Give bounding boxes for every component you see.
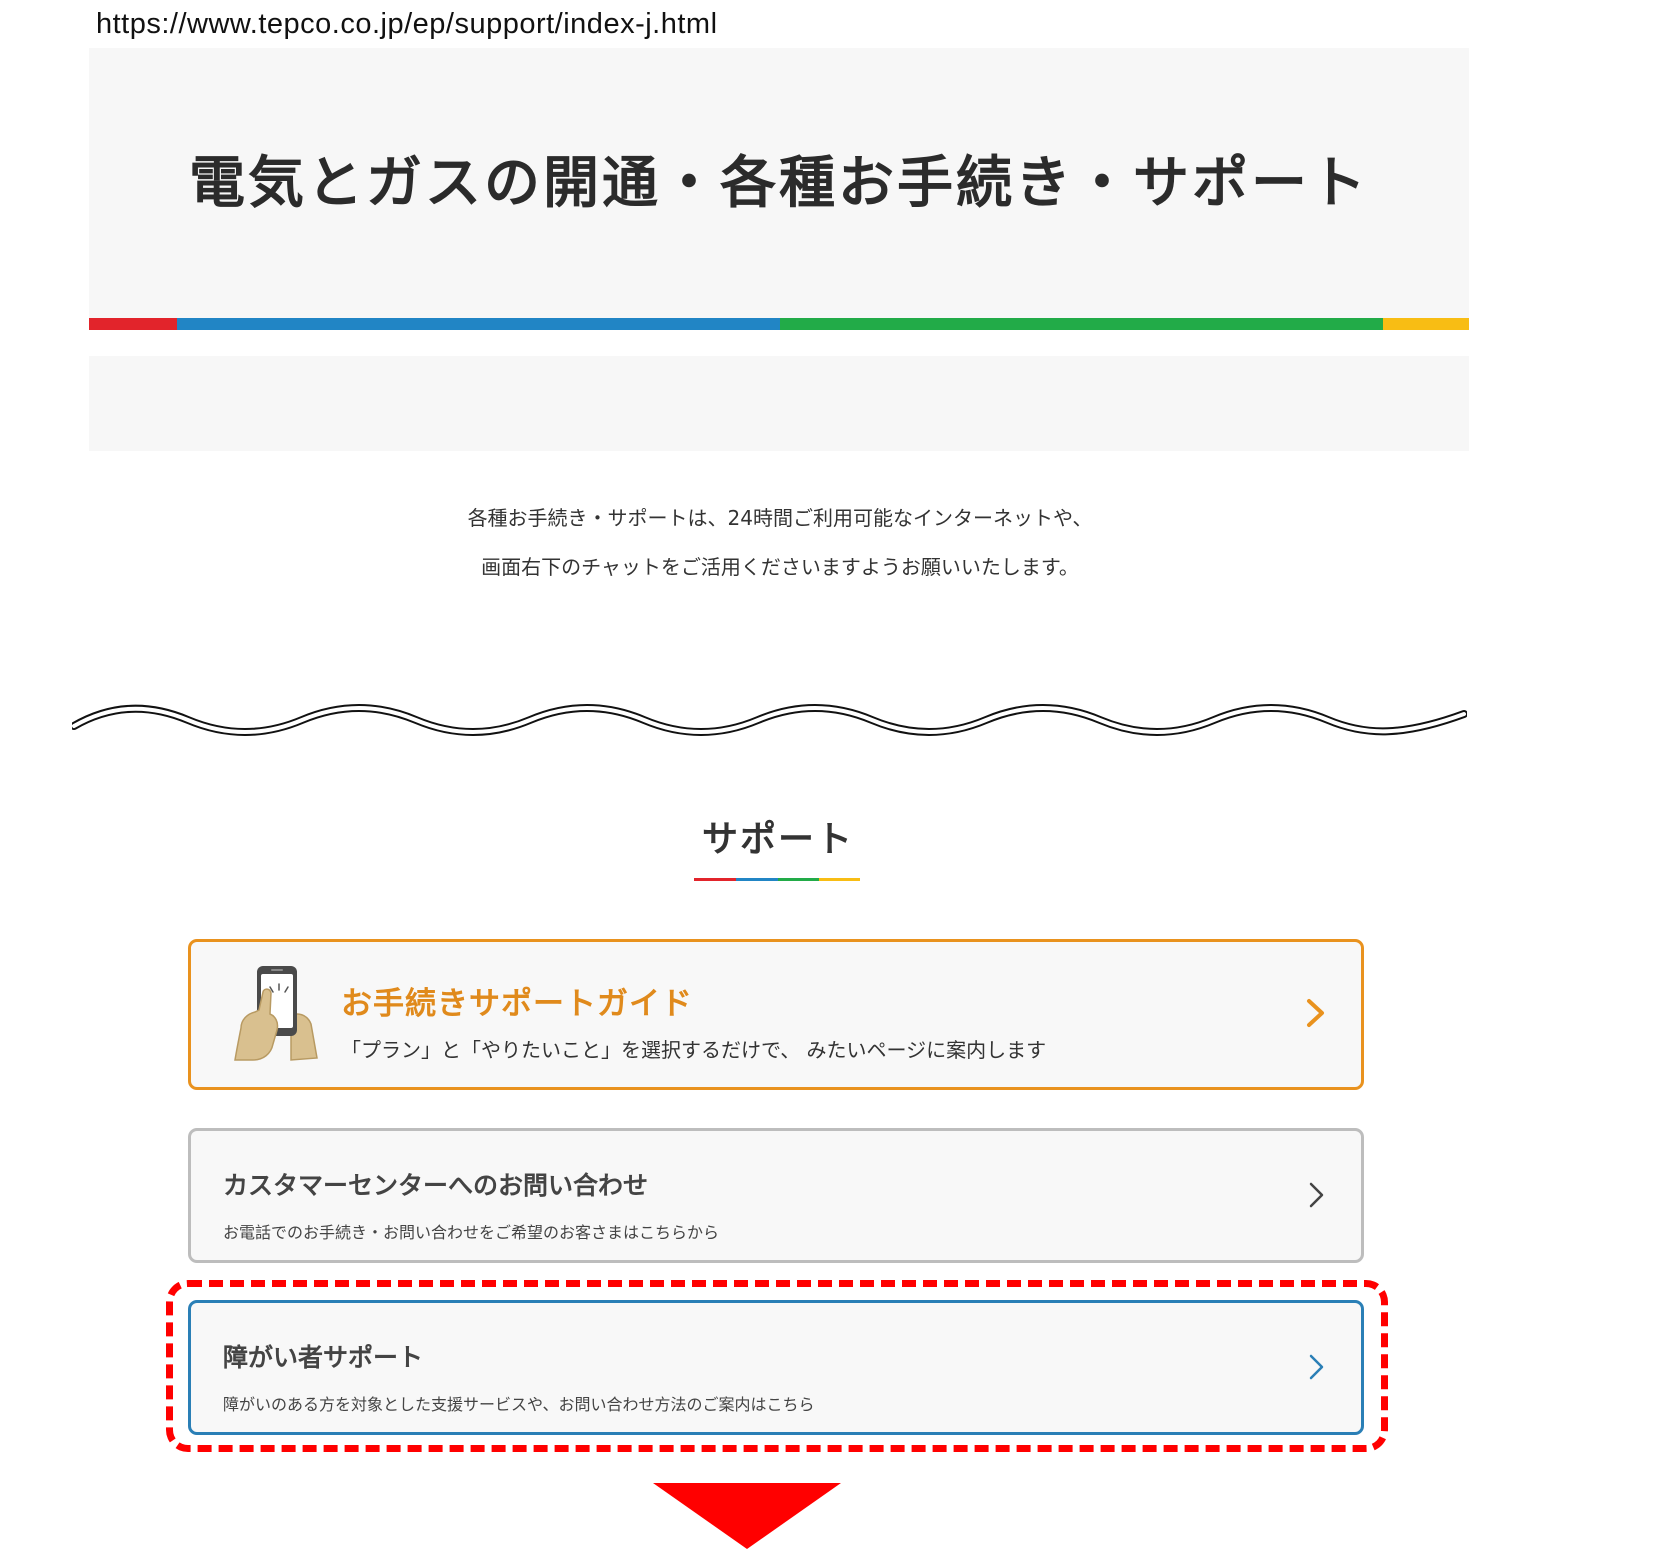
section-title-support: サポート xyxy=(701,819,854,860)
title-underline-red xyxy=(694,878,736,881)
title-underline-green xyxy=(778,878,819,881)
hero-banner: 電気とガスの開通・各種お手続き・サポート xyxy=(89,48,1469,330)
hand-smartphone-icon xyxy=(234,966,318,1061)
customer-center-card[interactable]: カスタマーセンターへのお問い合わせ お電話でのお手続き・お問い合わせをご希望のお… xyxy=(188,1128,1364,1263)
annotation-arrow-down-icon xyxy=(653,1483,841,1549)
brand-stripe-yellow xyxy=(1383,318,1469,330)
brand-stripe-green xyxy=(780,318,1383,330)
page-title: 電気とガスの開通・各種お手続き・サポート xyxy=(189,151,1369,216)
wave-divider xyxy=(72,704,1467,736)
intro-text-line1: 各種お手続き・サポートは、24時間ご利用可能なインターネットや、 xyxy=(467,506,1093,530)
card-description: お電話でのお手続き・お問い合わせをご希望のお客さまはこちらから xyxy=(223,1223,720,1242)
title-underline-blue xyxy=(736,878,778,881)
intro-text-line2: 画面右下のチャットをご活用くださいますようお願いいたします。 xyxy=(481,555,1079,579)
chevron-right-icon xyxy=(1307,999,1324,1027)
procedure-support-guide-card[interactable]: お手続きサポートガイド 「プラン」と「やりたいこと」を選択するだけで、 みたいペ… xyxy=(188,939,1364,1090)
card-description: 「プラン」と「やりたいこと」を選択するだけで、 みたいページに案内します xyxy=(341,1038,1047,1062)
card-title: カスタマーセンターへのお問い合わせ xyxy=(223,1171,649,1200)
brand-stripe-red xyxy=(89,318,177,330)
annotation-highlight-box xyxy=(166,1280,1388,1452)
notice-area xyxy=(89,356,1469,451)
page-url: https://www.tepco.co.jp/ep/support/index… xyxy=(96,8,718,40)
card-title: お手続きサポートガイド xyxy=(341,986,693,1022)
brand-stripe-blue xyxy=(177,318,780,330)
title-underline-yellow xyxy=(819,878,860,881)
chevron-right-icon xyxy=(1309,1182,1324,1208)
